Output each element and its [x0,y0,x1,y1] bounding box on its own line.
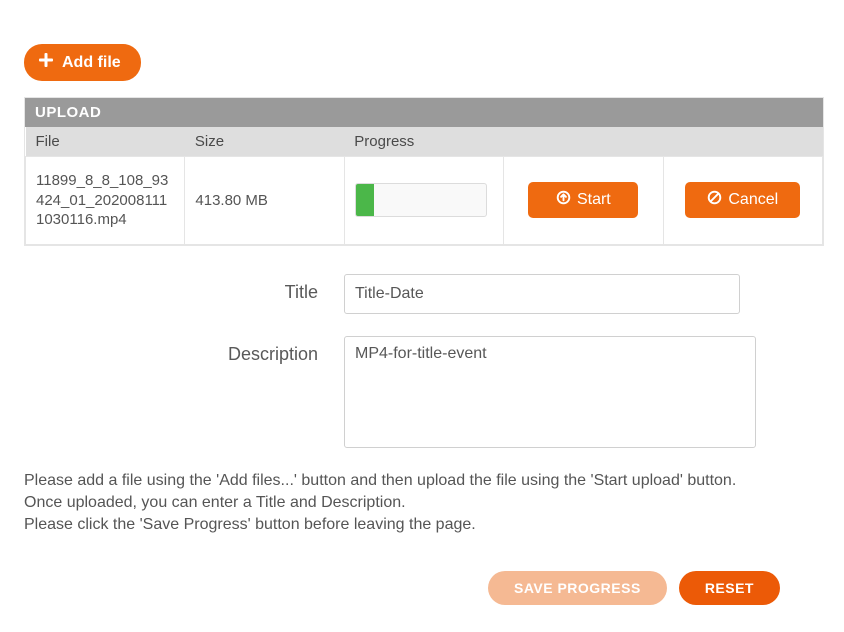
table-row: 11899_8_8_108_93424_01_2020081111030116.… [26,157,823,245]
title-label: Title [24,274,344,303]
description-textarea[interactable] [344,336,756,448]
upload-section-title: UPLOAD [25,98,823,127]
col-header-file: File [26,127,185,157]
upload-section: UPLOAD File Size Progress 11899_8_8_108_… [24,97,824,246]
help-line-2: Once uploaded, you can enter a Title and… [24,492,824,514]
cancel-label: Cancel [728,191,778,209]
col-header-size: Size [185,127,344,157]
save-progress-button[interactable]: SAVE PROGRESS [488,571,667,605]
upload-table: File Size Progress 11899_8_8_108_93424_0… [25,127,823,245]
plus-icon [38,52,54,73]
cancel-button[interactable]: Cancel [685,182,800,218]
progress-bar [355,183,487,217]
help-line-1: Please add a file using the 'Add files..… [24,470,824,492]
reset-button[interactable]: RESET [679,571,780,605]
upload-icon [556,190,571,210]
title-input[interactable] [344,274,740,314]
file-name: 11899_8_8_108_93424_01_2020081111030116.… [36,171,174,230]
file-size: 413.80 MB [185,157,344,245]
start-button[interactable]: Start [528,182,638,218]
add-file-label: Add file [62,54,121,72]
cancel-icon [707,190,722,210]
form-area: Title Description [24,274,824,448]
start-label: Start [577,191,611,209]
help-line-3: Please click the 'Save Progress' button … [24,514,824,536]
progress-fill [356,184,374,216]
add-file-button[interactable]: Add file [24,44,141,81]
col-header-progress: Progress [344,127,503,157]
help-text: Please add a file using the 'Add files..… [24,470,824,537]
bottom-actions: SAVE PROGRESS RESET [24,571,824,605]
description-label: Description [24,336,344,365]
